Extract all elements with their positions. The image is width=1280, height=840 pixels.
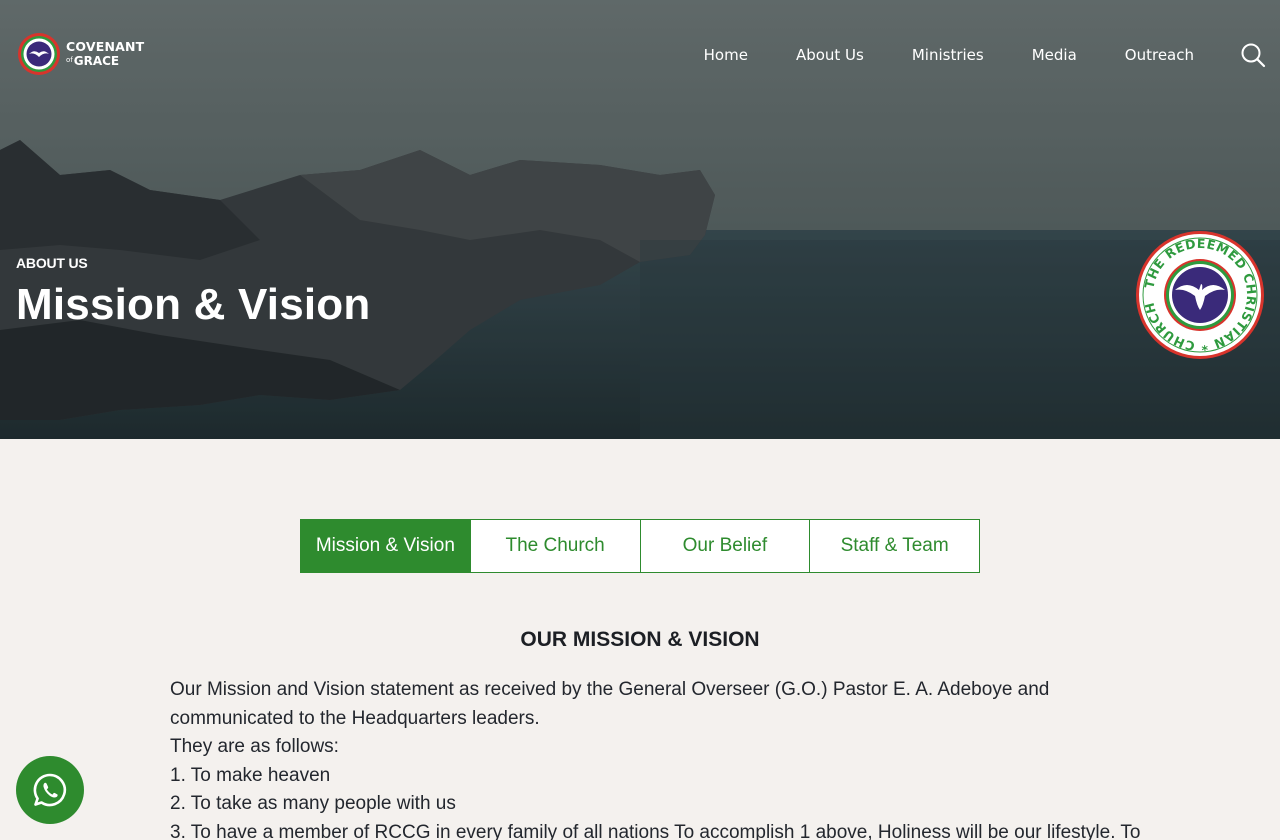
main-nav: Home About Us Ministries Media Outreach bbox=[656, 44, 1194, 66]
section-title: OUR MISSION & VISION bbox=[520, 628, 760, 651]
whatsapp-icon bbox=[33, 773, 67, 807]
list-intro: They are as follows: bbox=[170, 736, 339, 757]
page-title: Mission & Vision bbox=[16, 280, 371, 329]
tab-mission-vision[interactable]: Mission & Vision bbox=[301, 520, 470, 572]
whatsapp-button[interactable] bbox=[16, 756, 84, 824]
logo-of: of bbox=[66, 55, 73, 64]
logo-emblem-icon bbox=[18, 33, 60, 75]
logo-line-grace: ofGRACE bbox=[66, 55, 144, 67]
nav-ministries[interactable]: Ministries bbox=[912, 44, 984, 66]
hero-eyebrow: ABOUT US bbox=[16, 255, 88, 271]
nav-about-us[interactable]: About Us bbox=[796, 44, 864, 66]
tab-staff-team[interactable]: Staff & Team bbox=[809, 520, 979, 572]
nav-outreach[interactable]: Outreach bbox=[1125, 44, 1194, 66]
nav-media[interactable]: Media bbox=[1032, 44, 1077, 66]
site-header: COVENANT ofGRACE Home About Us Ministrie… bbox=[0, 0, 1280, 110]
nav-home[interactable]: Home bbox=[704, 44, 748, 66]
intro-paragraph: Our Mission and Vision statement as rece… bbox=[170, 679, 1050, 729]
list-item: 2. To take as many people with us bbox=[170, 793, 456, 814]
site-logo[interactable]: COVENANT ofGRACE bbox=[16, 32, 146, 76]
search-icon[interactable] bbox=[1240, 42, 1266, 68]
list-item: 1. To make heaven bbox=[170, 764, 331, 786]
list-item: 3. To have a member of RCCG in every fam… bbox=[170, 821, 1141, 840]
tab-our-belief[interactable]: Our Belief bbox=[639, 520, 810, 572]
logo-wordmark: COVENANT ofGRACE bbox=[66, 41, 144, 67]
rccg-seal-logo: THE REDEEMED CHRISTIAN * CHURCH OF GOD * bbox=[1135, 230, 1264, 359]
mission-content: Our Mission and Vision statement as rece… bbox=[170, 676, 1141, 840]
about-tabs: Mission & Vision The Church Our Belief S… bbox=[300, 519, 980, 573]
tab-the-church[interactable]: The Church bbox=[469, 520, 640, 572]
logo-line-covenant: COVENANT bbox=[66, 39, 145, 55]
logo-grace-text: GRACE bbox=[73, 53, 120, 68]
